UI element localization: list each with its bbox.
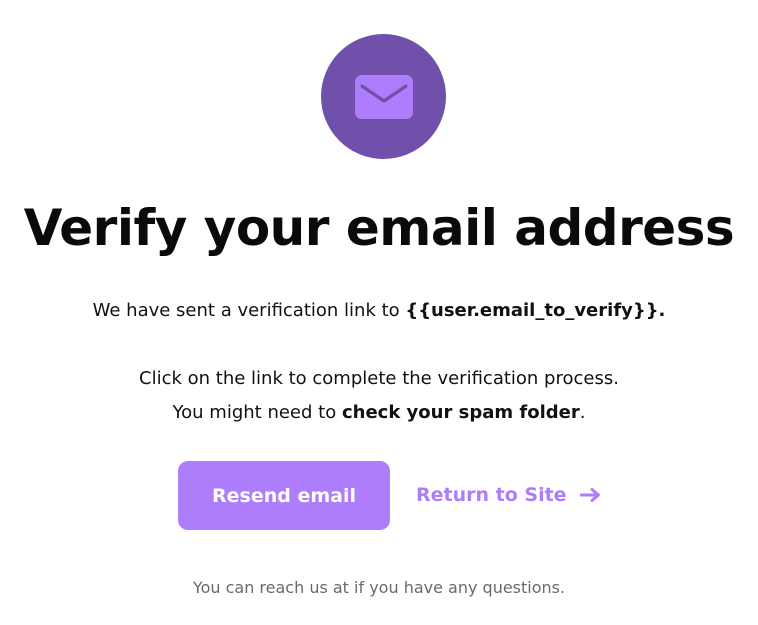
resend-email-label: Resend email <box>212 484 356 507</box>
return-to-site-link[interactable]: Return to Site <box>416 481 601 509</box>
return-to-site-label: Return to Site <box>416 484 567 506</box>
arrow-right-icon <box>579 488 601 502</box>
envelope-icon <box>354 74 413 119</box>
instruction-message: Click on the link to complete the verifi… <box>139 368 619 389</box>
contact-footer: You can reach us at if you have any ques… <box>192 578 566 597</box>
envelope-badge <box>321 34 446 159</box>
spam-hint-message: You might need to check your spam folder… <box>0 400 758 426</box>
resend-email-button[interactable]: Resend email <box>178 461 390 530</box>
email-placeholder: {{user.email_to_verify}} <box>405 300 659 321</box>
spam-folder-emphasis: check your spam folder <box>341 402 580 423</box>
spam-hint-suffix: . <box>579 402 586 423</box>
sent-link-suffix: . <box>658 300 666 321</box>
spam-hint-prefix: You might need to <box>172 402 342 423</box>
page-title: Verify your email address <box>23 199 735 257</box>
verify-email-page: Verify your email address We have sent a… <box>0 0 758 625</box>
sent-link-prefix: We have sent a verification link to <box>92 300 406 321</box>
sent-link-message: We have sent a verification link to {{us… <box>0 298 758 324</box>
